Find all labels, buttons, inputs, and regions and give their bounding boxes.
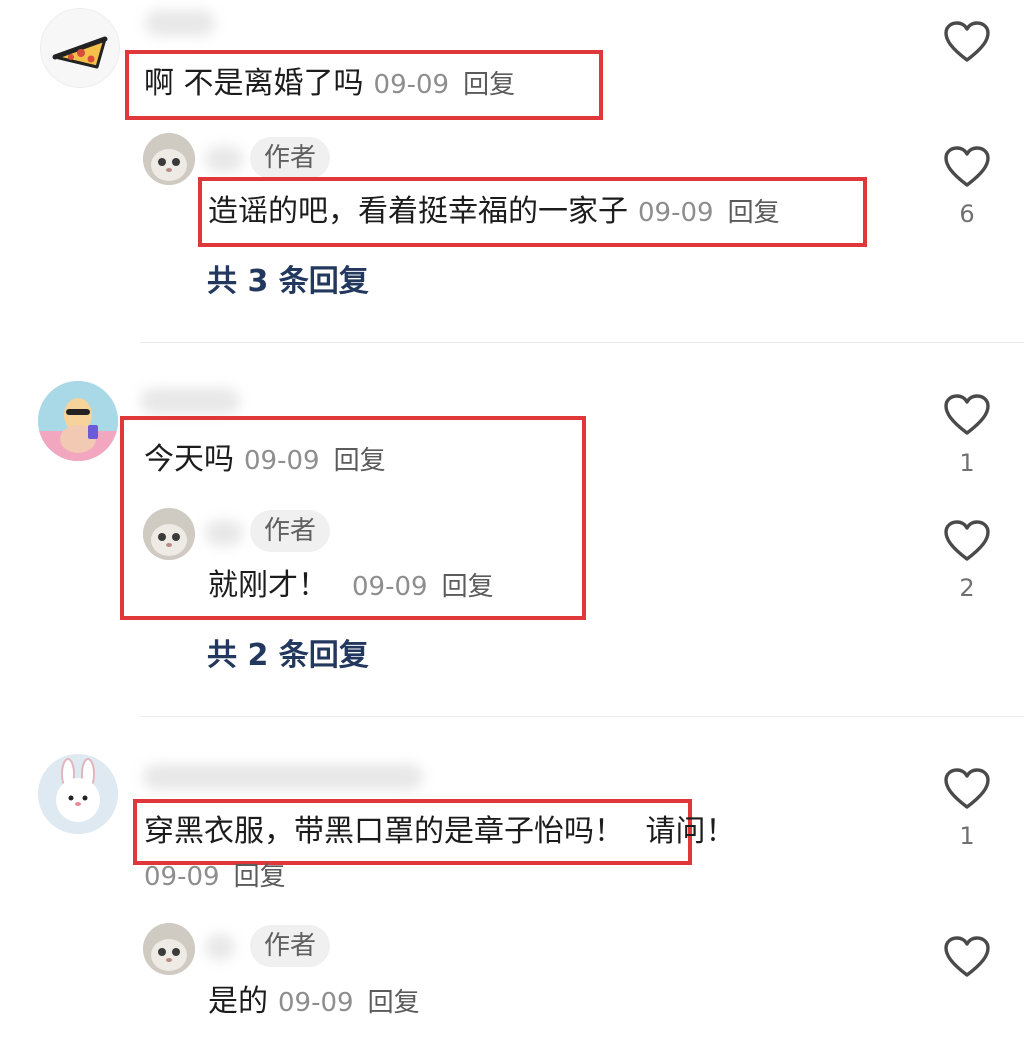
- reply-button[interactable]: 回复: [368, 988, 420, 1018]
- comment-date: 09-09: [144, 862, 220, 892]
- reply-button[interactable]: 回复: [334, 446, 386, 476]
- author-name-blurred: [205, 934, 235, 960]
- comment-text-line: 今天吗 09-09 回复: [144, 440, 386, 481]
- like-count: 6: [959, 200, 975, 228]
- divider: [140, 342, 1024, 343]
- bunny-avatar-icon: [38, 754, 118, 834]
- username-blurred: [143, 764, 423, 790]
- heart-outline-icon[interactable]: [943, 935, 991, 979]
- cat-avatar-icon: [143, 133, 195, 185]
- reply-text-line: 造谣的吧，看着挺幸福的一家子 09-09 回复: [208, 192, 780, 233]
- author-badge: 作者: [250, 137, 331, 179]
- author-name-blurred: [205, 146, 243, 172]
- reply-text-line: 就刚才！ 09-09 回复: [208, 566, 494, 607]
- divider: [140, 716, 1024, 717]
- heart-outline-icon[interactable]: [943, 393, 991, 437]
- reply-date: 09-09: [352, 572, 428, 602]
- like-count: 1: [959, 449, 975, 477]
- reply-date: 09-09: [638, 198, 714, 228]
- author-avatar[interactable]: [143, 923, 195, 975]
- like-count: 1: [959, 822, 975, 850]
- author-badge: 作者: [250, 510, 331, 552]
- view-more-replies[interactable]: 共 3 条回复: [207, 262, 369, 302]
- cat-avatar-icon: [143, 508, 195, 560]
- avatar[interactable]: [40, 8, 120, 88]
- reply-date: 09-09: [278, 988, 354, 1018]
- author-name-blurred: [205, 520, 243, 546]
- like-count: 2: [959, 574, 975, 602]
- reply-text-line: 是的 09-09 回复: [208, 982, 420, 1023]
- heart-outline-icon[interactable]: [943, 519, 991, 563]
- reply-button[interactable]: 回复: [728, 198, 780, 228]
- heart-outline-icon[interactable]: [943, 20, 991, 64]
- pizza-icon: [52, 36, 108, 69]
- heart-outline-icon[interactable]: [943, 767, 991, 811]
- reply-text: 造谣的吧，看着挺幸福的一家子: [208, 194, 628, 229]
- comment-text-line: 穿黑衣服，带黑口罩的是章子怡吗！ 请问！: [144, 812, 736, 852]
- heart-outline-icon[interactable]: [943, 145, 991, 189]
- comment-meta-line: 09-09 回复: [134, 856, 286, 897]
- reply-text: 就刚才！: [208, 568, 328, 603]
- avatar[interactable]: [38, 754, 118, 834]
- reply-button[interactable]: 回复: [234, 862, 286, 892]
- author-avatar[interactable]: [143, 508, 195, 560]
- reply-button[interactable]: 回复: [442, 572, 494, 602]
- reply-text: 是的: [208, 984, 268, 1019]
- comment-text-line: 啊 不是离婚了吗 09-09 回复: [144, 64, 515, 105]
- username-blurred: [140, 388, 240, 414]
- comment-text: 今天吗: [144, 442, 234, 477]
- username-blurred: [145, 10, 215, 36]
- reply-button[interactable]: 回复: [463, 70, 515, 100]
- cat-avatar-icon: [143, 923, 195, 975]
- comment-text-extra: 请问！: [645, 814, 736, 849]
- comment-date: 09-09: [244, 446, 320, 476]
- comment-date: 09-09: [373, 70, 450, 100]
- view-more-replies[interactable]: 共 2 条回复: [207, 636, 369, 676]
- author-avatar[interactable]: [143, 133, 195, 185]
- comment-text: 啊 不是离婚了吗: [144, 66, 364, 101]
- avatar[interactable]: [38, 381, 118, 461]
- photo-avatar-icon: [38, 381, 118, 461]
- author-badge: 作者: [250, 925, 331, 967]
- comment-text: 穿黑衣服，带黑口罩的是章子怡吗！: [144, 814, 624, 849]
